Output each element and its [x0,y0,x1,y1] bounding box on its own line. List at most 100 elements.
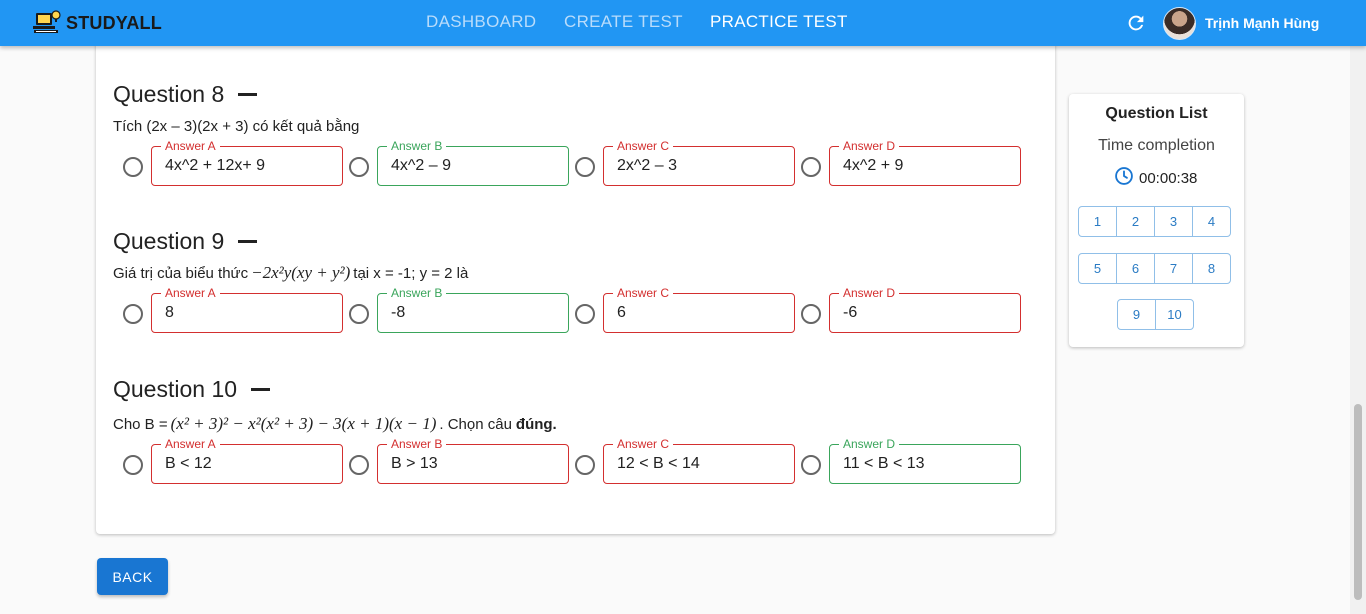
answer-d-field[interactable]: Answer D -6 [829,286,1021,333]
scrollbar-thumb[interactable] [1354,404,1362,600]
answer-d-field[interactable]: Answer D 4x^2 + 9 [829,139,1021,186]
question-button-10[interactable]: 10 [1155,299,1194,330]
answer-d: Answer D -6 [791,286,1021,333]
collapse-dash-icon[interactable] [238,239,258,243]
timer: 00:00:38 [1114,166,1197,190]
answer-label: Answer D [839,139,900,153]
answer-label: Answer C [613,139,674,153]
question-title: Question 8 [113,80,1033,108]
answer-value: 8 [165,304,174,321]
avatar[interactable] [1163,7,1196,40]
answer-c-field[interactable]: Answer C 12 < B < 14 [603,437,795,484]
answer-b-field[interactable]: Answer B B > 13 [377,437,569,484]
answer-label: Answer A [161,139,220,153]
answer-value: 6 [617,304,626,321]
timer-value: 00:00:38 [1139,169,1198,187]
answer-d-field[interactable]: Answer D 11 < B < 13 [829,437,1021,484]
question-button-row: 5 6 7 8 [1078,253,1231,284]
answer-label: Answer B [387,139,447,153]
answer-value: B < 12 [165,455,212,472]
time-completion-label: Time completion [1098,137,1215,154]
answer-value: 4x^2 + 12x+ 9 [165,157,266,174]
answer-c-field[interactable]: Answer C 2x^2 – 3 [603,139,795,186]
answer-label: Answer D [839,437,900,451]
answer-value: -6 [843,304,858,321]
answer-label: Answer D [839,286,900,300]
answer-c-radio[interactable] [575,304,595,324]
answer-value: 11 < B < 13 [843,455,925,472]
answer-label: Answer A [161,437,220,451]
answer-value: -8 [391,304,406,321]
nav-practice-test[interactable]: PRACTICE TEST [710,12,848,32]
question-button-6[interactable]: 6 [1116,253,1155,284]
clock-icon [1114,166,1134,190]
answer-c: Answer C 12 < B < 14 [565,437,795,484]
question-10: Question 10 Cho B = (x² + 3)² − x²(x² + … [113,375,1033,484]
question-button-5[interactable]: 5 [1078,253,1117,284]
answer-row: Answer A 4x^2 + 12x+ 9 Answer B 4x^2 – 9… [113,139,1033,186]
collapse-dash-icon[interactable] [238,92,258,96]
answer-a: Answer A 4x^2 + 12x+ 9 [113,139,343,186]
nav-dashboard[interactable]: DASHBOARD [426,12,536,32]
answer-value: 4x^2 + 9 [843,157,904,174]
answer-d-radio[interactable] [801,304,821,324]
answer-c: Answer C 6 [565,286,795,333]
answer-b: Answer B -8 [339,286,569,333]
answer-a-radio[interactable] [123,304,143,324]
answer-a: Answer A B < 12 [113,437,343,484]
question-list-panel: Question List Time completion 00:00:38 1… [1069,94,1244,347]
answer-c-radio[interactable] [575,455,595,475]
answer-value: 2x^2 – 3 [617,157,677,174]
answer-a-field[interactable]: Answer A 4x^2 + 12x+ 9 [151,139,343,186]
question-list-title: Question List [1105,105,1208,122]
question-prompt: Tích (2x – 3)(2x + 3) có kết quả bằng [113,117,360,135]
answer-b-field[interactable]: Answer B 4x^2 – 9 [377,139,569,186]
answer-a-field[interactable]: Answer A B < 12 [151,437,343,484]
answer-b-field[interactable]: Answer B -8 [377,286,569,333]
answer-c-field[interactable]: Answer C 6 [603,286,795,333]
back-button[interactable]: BACK [97,558,168,595]
answer-b-radio[interactable] [349,455,369,475]
user-name[interactable]: Trịnh Mạnh Hùng [1205,15,1319,31]
answer-label: Answer C [613,437,674,451]
question-button-row: 1 2 3 4 [1078,206,1231,237]
answer-row: Answer A 8 Answer B -8 Answer C 6 Answer… [113,286,1033,333]
question-prompt: Cho B = (x² + 3)² − x²(x² + 3) − 3(x + 1… [113,414,557,433]
answer-c: Answer C 2x^2 – 3 [565,139,795,186]
question-button-2[interactable]: 2 [1116,206,1155,237]
answer-label: Answer C [613,286,674,300]
answer-d: Answer D 4x^2 + 9 [791,139,1021,186]
book-laptop-icon [30,7,62,39]
answer-a-radio[interactable] [123,157,143,177]
question-button-4[interactable]: 4 [1192,206,1231,237]
logo[interactable]: STUDYALL [30,7,162,39]
question-prompt: Giá trị của biểu thức −2x²y(xy + y²) tại… [113,263,469,282]
answer-a-radio[interactable] [123,455,143,475]
answer-value: 4x^2 – 9 [391,157,451,174]
question-button-3[interactable]: 3 [1154,206,1193,237]
question-button-1[interactable]: 1 [1078,206,1117,237]
answer-b-radio[interactable] [349,157,369,177]
question-title: Question 9 [113,227,1033,255]
answer-c-radio[interactable] [575,157,595,177]
answer-a-field[interactable]: Answer A 8 [151,286,343,333]
question-title: Question 10 [113,375,1033,403]
answer-d-radio[interactable] [801,157,821,177]
answer-d-radio[interactable] [801,455,821,475]
question-button-7[interactable]: 7 [1154,253,1193,284]
answer-value: 12 < B < 14 [617,455,700,472]
collapse-dash-icon[interactable] [251,387,271,391]
answer-b: Answer B 4x^2 – 9 [339,139,569,186]
questions-card: Question 8 Tích (2x – 3)(2x + 3) có kết … [96,40,1055,534]
question-button-9[interactable]: 9 [1117,299,1156,330]
answer-label: Answer B [387,437,447,451]
nav-create-test[interactable]: CREATE TEST [564,12,683,32]
answer-value: B > 13 [391,455,438,472]
refresh-icon[interactable] [1125,12,1147,34]
answer-row: Answer A B < 12 Answer B B > 13 Answer C… [113,437,1033,484]
answer-b-radio[interactable] [349,304,369,324]
answer-b: Answer B B > 13 [339,437,569,484]
app-bar: STUDYALL DASHBOARD CREATE TEST PRACTICE … [0,0,1366,46]
answer-d: Answer D 11 < B < 13 [791,437,1021,484]
question-button-8[interactable]: 8 [1192,253,1231,284]
